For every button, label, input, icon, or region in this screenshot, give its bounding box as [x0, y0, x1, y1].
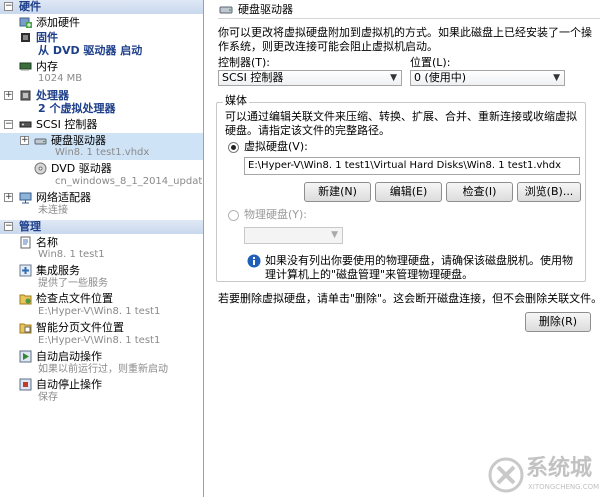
- media-group-label: 媒体: [223, 94, 249, 108]
- controller-select-value: SCSI 控制器: [222, 71, 284, 84]
- tree-item-label: 自动停止操作: [36, 378, 102, 391]
- expand-toggle-icon[interactable]: +: [4, 193, 13, 202]
- location-select[interactable]: 0 (使用中) ▼: [410, 70, 565, 86]
- browse-button[interactable]: 浏览(B)...: [517, 182, 581, 202]
- network-adapter-icon: [19, 192, 32, 204]
- collapse-toggle-icon[interactable]: −: [4, 222, 13, 231]
- panel-description: 你可以更改将虚拟硬盘附加到虚拟机的方式。如果此磁盘上已经安装了一个操作系统，则更…: [218, 26, 592, 53]
- watermark-logo: 系统城 XITONGCHENG.COM: [488, 455, 600, 497]
- media-description: 可以通过编辑关联文件来压缩、转换、扩展、合并、重新连接或收缩虚拟硬盘。请指定该文…: [225, 110, 577, 137]
- add-hardware-icon: [19, 17, 32, 28]
- virtual-disk-path-input[interactable]: E:\Hyper-V\Win8. 1 test1\Virtual Hard Di…: [244, 157, 580, 175]
- remove-button[interactable]: 删除(R): [525, 312, 591, 332]
- scsi-controller-icon: [19, 121, 32, 128]
- chevron-down-icon: ▼: [553, 73, 560, 83]
- category-management[interactable]: − 管理: [0, 220, 203, 234]
- location-label: 位置(L):: [410, 56, 451, 69]
- category-management-label: 管理: [19, 220, 41, 233]
- tree-item-label: SCSI 控制器: [36, 118, 98, 131]
- integration-services-icon: [19, 264, 32, 277]
- tree-item-add-hardware[interactable]: 添加硬件: [0, 15, 203, 30]
- tree-item-label: 处理器: [36, 89, 69, 102]
- tree-item-label: 内存: [36, 60, 58, 73]
- tree-item-integration-services[interactable]: 集成服务 提供了一些服务: [0, 263, 203, 291]
- auto-start-icon: [19, 350, 32, 363]
- hard-drive-icon: [219, 6, 233, 14]
- chevron-down-icon: ▼: [390, 73, 397, 83]
- paging-folder-icon: [19, 323, 32, 334]
- location-select-value: 0 (使用中): [414, 71, 467, 84]
- firmware-chip-icon: [21, 33, 30, 42]
- tree-item-subtext: 2 个虚拟处理器: [38, 102, 116, 115]
- tree-item-label: 固件: [36, 31, 58, 44]
- tree-item-subtext: 1024 MB: [38, 73, 83, 84]
- collapse-toggle-icon[interactable]: −: [4, 2, 13, 11]
- tree-item-auto-start-action[interactable]: 自动启动操作 如果以前运行过，则重新启动: [0, 349, 203, 377]
- checkpoint-folder-icon: [19, 294, 32, 305]
- tree-item-label: 自动启动操作: [36, 350, 102, 363]
- tree-item-scsi-controller[interactable]: − SCSI 控制器: [0, 117, 203, 133]
- remove-note: 若要删除虚拟硬盘，请单击"删除"。这会断开磁盘连接，但不会删除关联文件。: [218, 292, 600, 305]
- tree-item-subtext: 保存: [38, 392, 58, 403]
- new-disk-button[interactable]: 新建(N): [304, 182, 371, 202]
- tree-item-name[interactable]: 名称 Win8. 1 test1: [0, 235, 203, 262]
- tree-item-hard-drive[interactable]: + 硬盘驱动器 Win8. 1 test1.vhdx: [0, 133, 203, 160]
- inspect-disk-button[interactable]: 检查(I): [446, 182, 513, 202]
- hard-drive-icon: [34, 138, 47, 145]
- tree-item-label: 网络适配器: [36, 191, 91, 204]
- edit-disk-button[interactable]: 编辑(E): [375, 182, 442, 202]
- tree-item-processor[interactable]: + 处理器 2 个虚拟处理器: [0, 88, 203, 116]
- physical-disk-info: 如果没有列出你要使用的物理硬盘，请确保该磁盘脱机。使用物理计算机上的"磁盘管理"…: [265, 254, 573, 281]
- panel-title: 硬盘驱动器: [238, 3, 293, 16]
- tree-item-network-adapter[interactable]: + 网络适配器 未连接: [0, 190, 203, 218]
- watermark-text: 系统城: [526, 456, 593, 481]
- watermark-x-icon: [488, 457, 524, 493]
- virtual-disk-radio[interactable]: [228, 142, 239, 153]
- tree-item-subtext: 从 DVD 驱动器 启动: [38, 44, 143, 57]
- settings-panel: 硬盘驱动器 你可以更改将虚拟硬盘附加到虚拟机的方式。如果此磁盘上已经安装了一个操…: [205, 0, 600, 497]
- tree-item-label: 智能分页文件位置: [36, 321, 124, 334]
- category-hardware[interactable]: − 硬件: [0, 0, 203, 14]
- tree-item-subtext: 提供了一些服务: [38, 278, 108, 289]
- expand-toggle-icon[interactable]: +: [4, 91, 13, 100]
- controller-label: 控制器(T):: [218, 56, 271, 69]
- tree-item-subtext: E:\Hyper-V\Win8. 1 test1: [38, 335, 161, 346]
- name-document-icon: [20, 236, 31, 249]
- panel-header: 硬盘驱动器: [218, 1, 600, 19]
- tree-item-subtext: cn_windows_8_1_2014_updat...: [55, 176, 204, 187]
- collapse-toggle-icon[interactable]: −: [4, 120, 13, 129]
- tree-item-label: 添加硬件: [36, 16, 80, 29]
- tree-item-subtext: 如果以前运行过，则重新启动: [38, 364, 168, 375]
- memory-icon: [19, 62, 32, 71]
- info-icon: [247, 254, 261, 268]
- tree-item-subtext: 未连接: [38, 205, 68, 216]
- tree-item-label: 集成服务: [36, 264, 80, 277]
- physical-disk-radio[interactable]: [228, 210, 239, 221]
- physical-disk-select[interactable]: ▼: [244, 227, 343, 244]
- chevron-down-icon: ▼: [331, 230, 338, 240]
- virtual-disk-label: 虚拟硬盘(V):: [244, 140, 308, 153]
- settings-tree: − 硬件 添加硬件 固件 从 DVD 驱动器 启动 内存 1024 MB + 处…: [0, 0, 204, 497]
- category-hardware-label: 硬件: [19, 0, 41, 13]
- tree-item-auto-stop-action[interactable]: 自动停止操作 保存: [0, 377, 203, 405]
- controller-select[interactable]: SCSI 控制器 ▼: [218, 70, 402, 86]
- tree-item-label: 硬盘驱动器: [51, 134, 106, 147]
- tree-item-label: 名称: [36, 236, 58, 249]
- tree-item-subtext: Win8. 1 test1.vhdx: [55, 147, 150, 158]
- processor-icon: [20, 90, 31, 101]
- dvd-disc-icon: [34, 162, 47, 175]
- expand-toggle-icon[interactable]: +: [20, 136, 29, 145]
- tree-item-memory[interactable]: 内存 1024 MB: [0, 59, 203, 86]
- physical-disk-label: 物理硬盘(Y):: [244, 208, 308, 221]
- auto-stop-icon: [19, 378, 32, 391]
- tree-item-label: DVD 驱动器: [51, 162, 112, 175]
- tree-item-subtext: Win8. 1 test1: [38, 249, 105, 260]
- tree-item-smart-paging-location[interactable]: 智能分页文件位置 E:\Hyper-V\Win8. 1 test1: [0, 320, 203, 348]
- tree-item-checkpoint-location[interactable]: 检查点文件位置 E:\Hyper-V\Win8. 1 test1: [0, 291, 203, 319]
- tree-item-firmware[interactable]: 固件 从 DVD 驱动器 启动: [0, 30, 203, 58]
- watermark-subtext: XITONGCHENG.COM: [528, 483, 600, 491]
- tree-item-subtext: E:\Hyper-V\Win8. 1 test1: [38, 306, 161, 317]
- tree-item-label: 检查点文件位置: [36, 292, 113, 305]
- tree-item-dvd-drive[interactable]: DVD 驱动器 cn_windows_8_1_2014_updat...: [0, 161, 203, 189]
